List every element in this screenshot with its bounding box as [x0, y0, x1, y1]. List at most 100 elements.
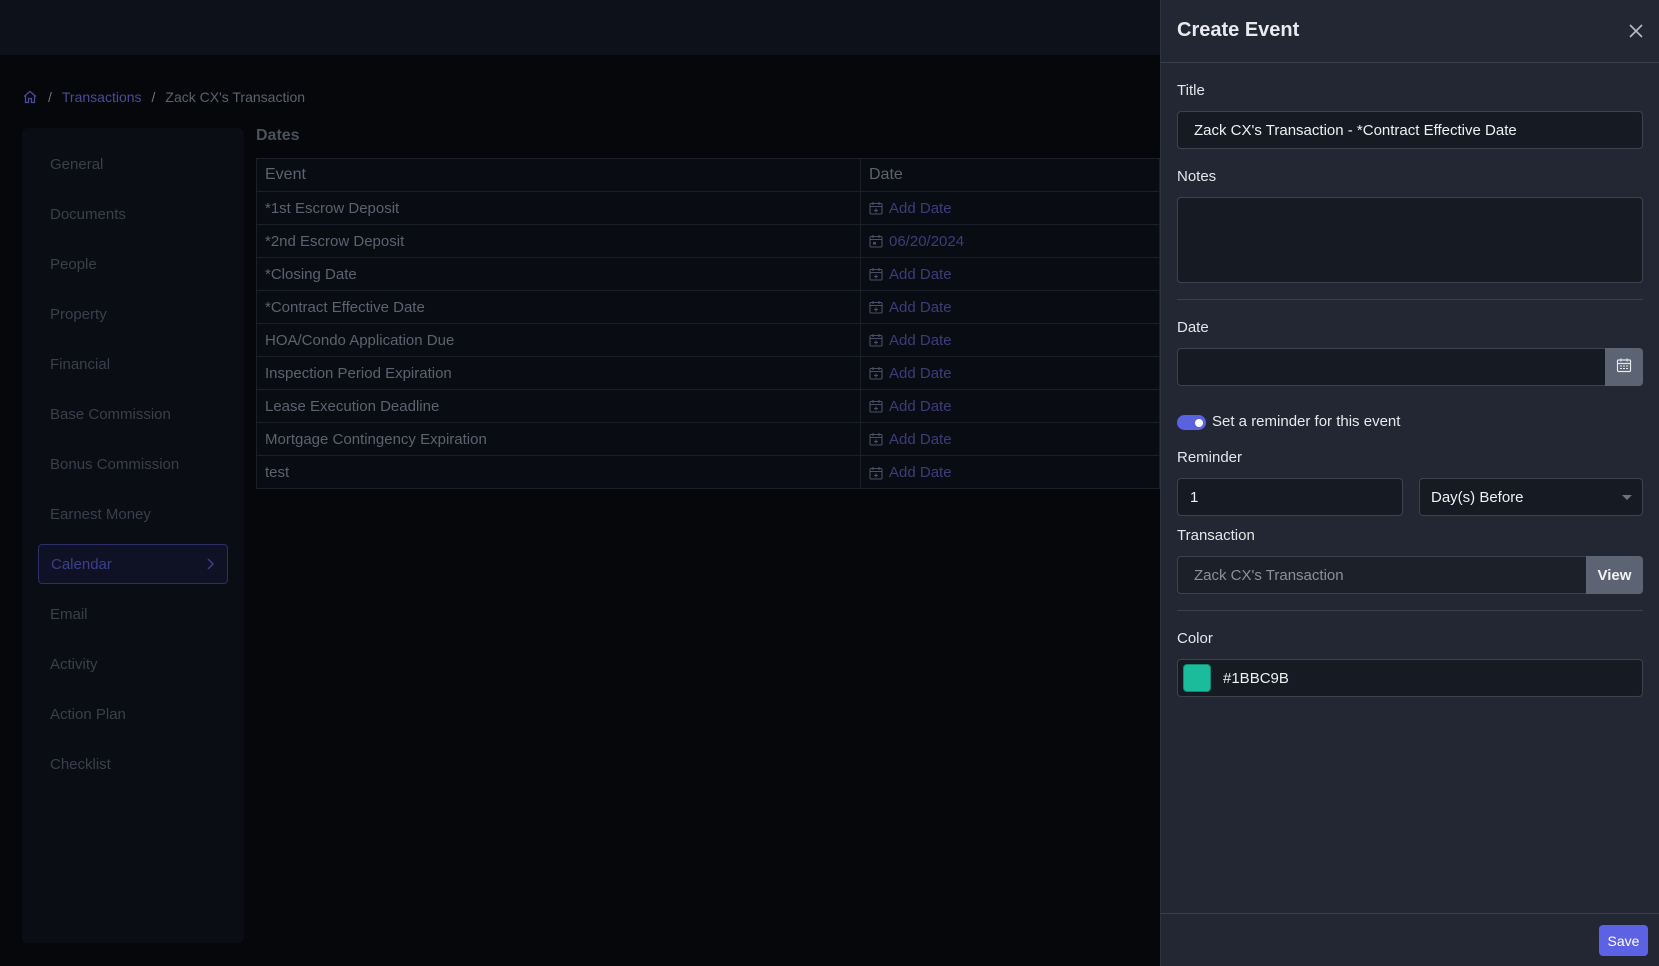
sidebar: General Documents People Property Financ…: [22, 128, 244, 943]
title-input[interactable]: [1177, 111, 1643, 149]
add-date-link[interactable]: Add Date: [889, 200, 952, 217]
color-label: Color: [1177, 630, 1213, 647]
add-date-link[interactable]: Add Date: [889, 299, 952, 316]
add-date-link[interactable]: Add Date: [889, 365, 952, 382]
event-name: *Contract Effective Date: [257, 291, 861, 323]
sidebar-item-label: Financial: [50, 355, 111, 373]
add-date-link[interactable]: Add Date: [889, 266, 952, 283]
close-icon[interactable]: [1627, 22, 1645, 40]
calendar-add-icon: [869, 201, 883, 215]
add-date-link[interactable]: Add Date: [889, 431, 952, 448]
section-divider: [1177, 610, 1643, 611]
view-transaction-button[interactable]: View: [1586, 556, 1643, 594]
event-name: *1st Escrow Deposit: [257, 192, 861, 224]
date-cell[interactable]: Add Date: [861, 357, 952, 389]
transaction-label: Transaction: [1177, 527, 1255, 544]
sidebar-item-documents[interactable]: Documents: [38, 194, 228, 234]
chevron-right-icon: [203, 557, 217, 571]
sidebar-item-base-commission[interactable]: Base Commission: [38, 394, 228, 434]
date-cell[interactable]: Add Date: [861, 324, 952, 356]
table-row: *1st Escrow Deposit Add Date: [257, 192, 1161, 225]
breadcrumb-current: Zack CX's Transaction: [165, 89, 306, 105]
date-cell[interactable]: Add Date: [861, 291, 952, 323]
calendar-add-icon: [869, 267, 883, 281]
table-row: *Closing Date Add Date: [257, 258, 1161, 291]
sidebar-item-label: Activity: [50, 655, 98, 673]
sidebar-item-earnest-money[interactable]: Earnest Money: [38, 494, 228, 534]
reminder-amount-input[interactable]: [1177, 478, 1403, 516]
add-date-link[interactable]: Add Date: [889, 332, 952, 349]
sidebar-item-property[interactable]: Property: [38, 294, 228, 334]
sidebar-item-label: People: [50, 255, 97, 273]
color-value: #1BBC9B: [1223, 669, 1289, 687]
table-row: HOA/Condo Application Due Add Date: [257, 324, 1161, 357]
table-row: Inspection Period Expiration Add Date: [257, 357, 1161, 390]
sidebar-item-label: Action Plan: [50, 705, 126, 723]
sidebar-item-email[interactable]: Email: [38, 594, 228, 634]
date-cell[interactable]: Add Date: [861, 258, 952, 290]
sidebar-item-checklist[interactable]: Checklist: [38, 744, 228, 784]
calendar-picker-button[interactable]: [1605, 348, 1643, 386]
dates-table: Event Date *1st Escrow Deposit Add Date …: [256, 158, 1161, 489]
event-name: *Closing Date: [257, 258, 861, 290]
reminder-toggle[interactable]: [1177, 415, 1206, 430]
dates-section-title: Dates: [256, 127, 300, 144]
date-cell[interactable]: 06/20/2024: [861, 225, 964, 257]
add-date-link[interactable]: Add Date: [889, 464, 952, 481]
table-header-row: Event Date: [257, 159, 1161, 192]
reminder-label: Reminder: [1177, 449, 1243, 466]
breadcrumb-separator: /: [151, 89, 156, 105]
calendar-icon: [1616, 357, 1632, 378]
date-input[interactable]: [1177, 348, 1606, 386]
event-name: Inspection Period Expiration: [257, 357, 861, 389]
toggle-knob: [1195, 418, 1203, 427]
reminder-toggle-label: Set a reminder for this event: [1212, 413, 1401, 430]
calendar-icon: [869, 234, 883, 248]
chevron-down-icon: [1622, 495, 1632, 500]
event-name: Mortgage Contingency Expiration: [257, 423, 861, 455]
panel-title: Create Event: [1177, 19, 1300, 41]
sidebar-item-label: Calendar: [51, 555, 112, 573]
calendar-add-icon: [869, 399, 883, 413]
event-name: Lease Execution Deadline: [257, 390, 861, 422]
date-cell[interactable]: Add Date: [861, 192, 952, 224]
sidebar-item-label: Email: [50, 605, 88, 623]
table-row: Lease Execution Deadline Add Date: [257, 390, 1161, 423]
sidebar-item-label: Base Commission: [50, 405, 171, 423]
sidebar-item-financial[interactable]: Financial: [38, 344, 228, 384]
sidebar-item-activity[interactable]: Activity: [38, 644, 228, 684]
transaction-field: Zack CX's Transaction: [1177, 556, 1587, 594]
sidebar-item-people[interactable]: People: [38, 244, 228, 284]
color-swatch[interactable]: [1183, 664, 1211, 692]
sidebar-item-label: General: [50, 155, 104, 173]
event-name: *2nd Escrow Deposit: [257, 225, 861, 257]
top-bar: [0, 0, 1160, 55]
sidebar-item-general[interactable]: General: [38, 144, 228, 184]
color-field[interactable]: #1BBC9B: [1177, 659, 1643, 697]
sidebar-item-label: Property: [50, 305, 107, 323]
table-row: test Add Date: [257, 456, 1161, 489]
date-value-link[interactable]: 06/20/2024: [889, 233, 964, 250]
date-cell[interactable]: Add Date: [861, 390, 952, 422]
reminder-unit-select[interactable]: Day(s) Before: [1419, 478, 1643, 516]
breadcrumb-transactions-link[interactable]: Transactions: [62, 89, 142, 105]
save-button[interactable]: Save: [1599, 925, 1648, 956]
reminder-unit-value: Day(s) Before: [1431, 488, 1524, 506]
breadcrumb-separator: /: [48, 89, 52, 105]
column-header-date: Date: [869, 166, 903, 183]
column-header-event: Event: [257, 159, 861, 191]
notes-label: Notes: [1177, 168, 1217, 185]
add-date-link[interactable]: Add Date: [889, 398, 952, 415]
sidebar-item-bonus-commission[interactable]: Bonus Commission: [38, 444, 228, 484]
event-name: test: [257, 456, 861, 489]
notes-textarea[interactable]: [1177, 197, 1643, 283]
sidebar-item-action-plan[interactable]: Action Plan: [38, 694, 228, 734]
home-icon[interactable]: [22, 89, 38, 105]
calendar-add-icon: [869, 300, 883, 314]
date-cell[interactable]: Add Date: [861, 456, 952, 489]
transaction-value: Zack CX's Transaction: [1194, 566, 1344, 584]
table-row: *Contract Effective Date Add Date: [257, 291, 1161, 324]
sidebar-item-calendar[interactable]: Calendar: [38, 544, 228, 584]
calendar-add-icon: [869, 466, 883, 480]
date-cell[interactable]: Add Date: [861, 423, 952, 455]
